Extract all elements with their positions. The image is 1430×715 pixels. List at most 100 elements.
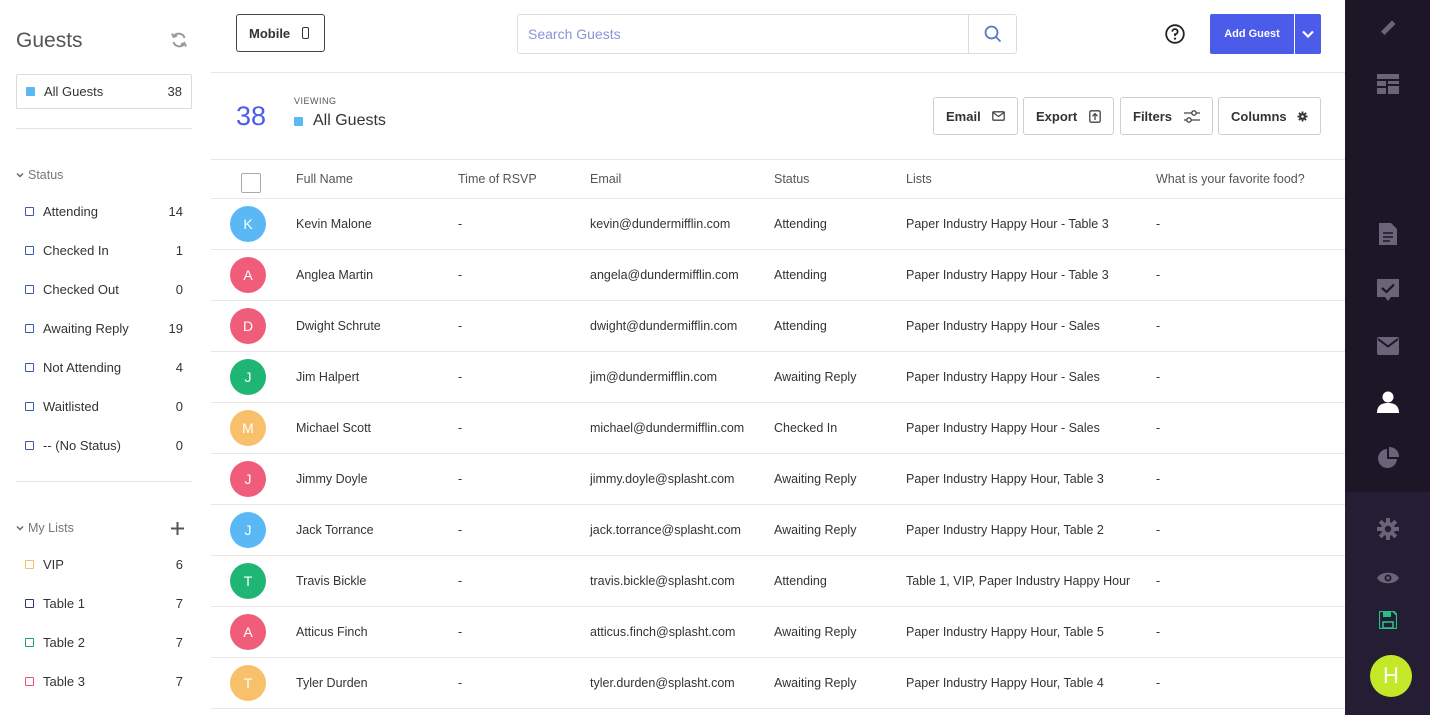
- save-icon[interactable]: [1376, 608, 1400, 632]
- column-header-status[interactable]: Status: [774, 160, 809, 198]
- person-icon[interactable]: [1376, 390, 1400, 414]
- guest-name[interactable]: Kevin Malone: [296, 199, 372, 249]
- table-row[interactable]: D Dwight Schrute - dwight@dundermifflin.com…: [211, 301, 1345, 352]
- guest-name[interactable]: Dwight Schrute: [296, 301, 381, 351]
- refresh-icon[interactable]: [169, 30, 189, 50]
- export-button[interactable]: Export: [1023, 97, 1114, 135]
- filters-button[interactable]: Filters: [1120, 97, 1213, 135]
- list-checkbox[interactable]: [25, 598, 34, 608]
- sidebar-item-list[interactable]: Table 2 7: [25, 632, 183, 652]
- viewing-label: VIEWING: [294, 96, 337, 106]
- all-guests-color-swatch: [26, 87, 35, 96]
- status-section-toggle[interactable]: Status: [16, 168, 63, 182]
- sliders-icon: [1184, 109, 1200, 123]
- gear-icon: [1297, 110, 1308, 122]
- user-avatar[interactable]: H: [1370, 655, 1412, 697]
- sidebar-item-status[interactable]: Attending 14: [25, 201, 183, 221]
- status-checkbox[interactable]: [25, 206, 34, 216]
- sidebar-item-list[interactable]: Table 1 7: [25, 593, 183, 613]
- sidebar-item-status[interactable]: Waitlisted 0: [25, 396, 183, 416]
- mobile-preview-button[interactable]: Mobile: [236, 14, 325, 52]
- layout-icon[interactable]: [1376, 72, 1400, 96]
- status-checkbox[interactable]: [25, 284, 34, 294]
- table-row[interactable]: M Michael Scott - michael@dundermifflin.com…: [211, 403, 1345, 454]
- guest-lists: Paper Industry Happy Hour - Sales: [906, 370, 1100, 384]
- guest-lists: Paper Industry Happy Hour - Table 3: [906, 217, 1109, 231]
- document-icon[interactable]: [1376, 222, 1400, 246]
- table-row[interactable]: J Jack Torrance - jack.torrance@splasht.com…: [211, 505, 1345, 556]
- sidebar-item-count: 4: [175, 359, 183, 375]
- my-lists-section-toggle[interactable]: My Lists: [16, 521, 74, 535]
- guest-lists: Paper Industry Happy Hour - Sales: [906, 421, 1100, 435]
- sidebar-item-label: Checked In: [43, 242, 109, 258]
- table-row[interactable]: J Jim Halpert - jim@dundermifflin.com Awaiti…: [211, 352, 1345, 403]
- eye-icon[interactable]: [1376, 566, 1400, 590]
- rsvp-time: -: [458, 574, 463, 588]
- email-button-label: Email: [946, 108, 981, 124]
- column-header-time-rsvp[interactable]: Time of RSVP: [458, 160, 537, 198]
- column-header-email[interactable]: Email: [590, 160, 621, 198]
- table-row[interactable]: T Travis Bickle - travis.bickle@splasht.com…: [211, 556, 1345, 607]
- guest-email: jim@dundermifflin.com: [590, 370, 718, 384]
- sidebar-item-list[interactable]: Table 3 7: [25, 671, 183, 691]
- guest-name[interactable]: Jack Torrance: [296, 505, 374, 555]
- sidebar-item-all-guests[interactable]: All Guests 38: [16, 74, 192, 109]
- sidebar-item-status[interactable]: -- (No Status) 0: [25, 435, 183, 455]
- list-checkbox[interactable]: [25, 637, 34, 647]
- add-guest-button[interactable]: Add Guest: [1210, 14, 1294, 54]
- table-row[interactable]: K Kevin Malone - kevin@dundermifflin.com Att…: [211, 199, 1345, 250]
- guest-name[interactable]: Travis Bickle: [296, 556, 366, 606]
- guest-name[interactable]: Atticus Finch: [296, 607, 368, 657]
- add-list-plus-icon[interactable]: [171, 522, 184, 535]
- guest-name[interactable]: Anglea Martin: [296, 250, 373, 300]
- status-checkbox[interactable]: [25, 440, 34, 450]
- guest-email: angela@dundermifflin.com: [590, 268, 739, 282]
- email-button[interactable]: Email: [933, 97, 1018, 135]
- sidebar-item-status[interactable]: Checked Out 0: [25, 279, 183, 299]
- sidebar-item-label: Table 1: [43, 595, 85, 611]
- table-row[interactable]: J Jimmy Doyle - jimmy.doyle@splasht.com Awai…: [211, 454, 1345, 505]
- list-checkbox[interactable]: [25, 676, 34, 686]
- select-all-checkbox[interactable]: [241, 173, 261, 193]
- pie-chart-icon[interactable]: [1376, 446, 1400, 470]
- sidebar-item-status[interactable]: Checked In 1: [25, 240, 183, 260]
- sidebar-item-status[interactable]: Awaiting Reply 19: [25, 318, 183, 338]
- table-row[interactable]: T Tyler Durden - tyler.durden@splasht.com Aw…: [211, 658, 1345, 709]
- column-header-full-name[interactable]: Full Name: [296, 160, 353, 198]
- rail-bottom-section: H: [1345, 492, 1430, 715]
- status-checkbox[interactable]: [25, 323, 34, 333]
- chevron-down-icon: [16, 172, 24, 178]
- phone-icon: [302, 27, 310, 39]
- gear-icon[interactable]: [1376, 517, 1400, 541]
- guest-lists: Paper Industry Happy Hour, Table 3: [906, 472, 1104, 486]
- guest-name[interactable]: Jimmy Doyle: [296, 454, 368, 504]
- column-header-lists[interactable]: Lists: [906, 160, 932, 198]
- column-header-favorite-food[interactable]: What is your favorite food?: [1156, 160, 1305, 198]
- view-header: 38 VIEWING All Guests Email Export Filte…: [211, 74, 1345, 160]
- add-guest-dropdown-button[interactable]: [1295, 14, 1321, 54]
- guest-status: Attending: [774, 268, 827, 282]
- sidebar: Guests All Guests 38 Status Attending 14 C…: [0, 0, 211, 715]
- table-row[interactable]: A Atticus Finch - atticus.finch@splasht.com…: [211, 607, 1345, 658]
- sidebar-item-count: 6: [175, 556, 183, 572]
- sidebar-item-list[interactable]: VIP 6: [25, 554, 183, 574]
- mail-icon[interactable]: [1376, 334, 1400, 358]
- help-icon[interactable]: [1165, 24, 1185, 44]
- table-row[interactable]: A Anglea Martin - angela@dundermifflin.com A…: [211, 250, 1345, 301]
- guest-name[interactable]: Jim Halpert: [296, 352, 359, 402]
- search-button[interactable]: [968, 15, 1016, 53]
- status-checkbox[interactable]: [25, 362, 34, 372]
- status-checkbox[interactable]: [25, 401, 34, 411]
- columns-button[interactable]: Columns: [1218, 97, 1321, 135]
- pencil-icon[interactable]: [1376, 16, 1400, 40]
- sidebar-item-status[interactable]: Not Attending 4: [25, 357, 183, 377]
- avatar: M: [230, 410, 266, 446]
- guest-name[interactable]: Michael Scott: [296, 403, 371, 453]
- guest-name[interactable]: Tyler Durden: [296, 658, 368, 708]
- list-checkbox[interactable]: [25, 559, 34, 569]
- status-checkbox[interactable]: [25, 245, 34, 255]
- search-input[interactable]: [518, 15, 969, 53]
- sidebar-item-count: 0: [175, 281, 183, 297]
- guest-email: travis.bickle@splasht.com: [590, 574, 735, 588]
- checkbox-icon[interactable]: [1376, 278, 1400, 302]
